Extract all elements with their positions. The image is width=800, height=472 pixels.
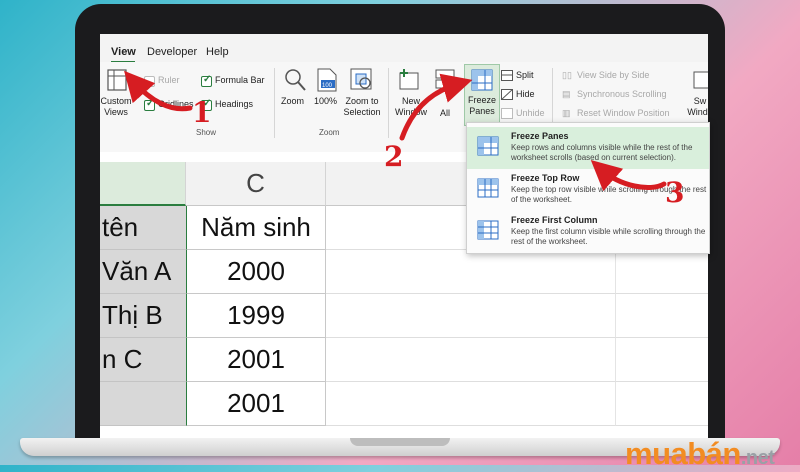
step-2-label: 2 (384, 140, 404, 173)
step-3-label: 3 (665, 176, 685, 209)
brand-logo: muabán.net (625, 436, 775, 471)
step-1-label: 1 (192, 96, 212, 129)
annotation-arrows (124, 70, 667, 192)
arrow-step-3 (590, 160, 667, 192)
arrow-step-1 (124, 70, 193, 112)
arrow-step-2 (399, 73, 473, 141)
